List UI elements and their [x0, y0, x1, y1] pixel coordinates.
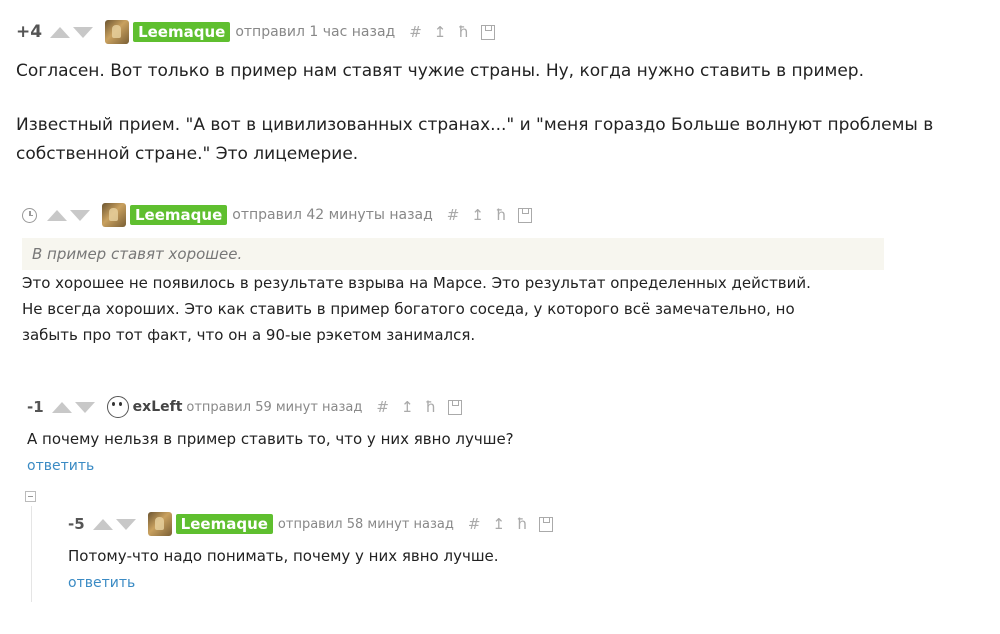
vote-up-icon[interactable]: [51, 401, 72, 413]
author-name[interactable]: Leemaque: [130, 205, 228, 225]
avatar[interactable]: [102, 203, 126, 227]
comment-rating: +4: [16, 22, 43, 42]
vote-arrows: [47, 209, 92, 221]
vote-down-icon[interactable]: [73, 26, 94, 38]
comment-time[interactable]: отправил 58 минут назад: [278, 517, 454, 532]
save-comment-icon[interactable]: [480, 24, 495, 40]
thread-icon[interactable]: ħ: [517, 515, 527, 533]
vote-down-icon[interactable]: [115, 518, 136, 530]
avatar[interactable]: [106, 396, 129, 418]
clock-icon: [22, 207, 37, 223]
save-comment-icon[interactable]: [518, 207, 533, 223]
comment-3: -1 exLeft отправил 59 минут назад # ↥ ħ …: [27, 396, 514, 474]
save-comment-icon[interactable]: [447, 399, 462, 415]
reply-link[interactable]: ответить: [27, 458, 514, 474]
comment-2: Leemaque отправил 42 минуты назад # ↥ ħ …: [22, 203, 884, 348]
author-name[interactable]: Leemaque: [133, 22, 231, 42]
collapse-thread-icon[interactable]: [25, 491, 36, 502]
comment-text: Согласен. Вот только в пример нам ставят…: [16, 61, 864, 81]
vote-arrows: [51, 401, 97, 413]
parent-comment-icon[interactable]: ↥: [434, 23, 447, 41]
permalink-icon[interactable]: #: [409, 23, 422, 41]
thread-icon[interactable]: ħ: [426, 398, 436, 416]
parent-comment-icon[interactable]: ↥: [401, 398, 414, 416]
parent-comment-icon[interactable]: ↥: [492, 515, 505, 533]
comment-text: забыть про тот факт, что он а 90-ые рэке…: [22, 326, 476, 344]
comment-text: А почему нельзя в пример ставить то, что…: [27, 430, 514, 448]
reply-link[interactable]: ответить: [68, 575, 565, 591]
vote-arrows: [92, 518, 138, 530]
comment-rating: -5: [68, 515, 85, 533]
comment-header: +4 Leemaque отправил 1 час назад # ↥ ħ: [16, 20, 933, 44]
comment-time[interactable]: отправил 42 минуты назад: [232, 207, 433, 223]
comment-header: Leemaque отправил 42 минуты назад # ↥ ħ: [22, 203, 884, 227]
vote-up-icon[interactable]: [47, 209, 67, 221]
comment-4: -5 Leemaque отправил 58 минут назад # ↥ …: [68, 512, 565, 591]
permalink-icon[interactable]: #: [376, 398, 389, 416]
comment-text: Это хорошее не появилось в результате вз…: [22, 274, 811, 292]
comment-1: +4 Leemaque отправил 1 час назад # ↥ ħ С…: [16, 20, 934, 169]
avatar[interactable]: [147, 512, 172, 536]
vote-up-icon[interactable]: [50, 26, 71, 38]
thread-icon[interactable]: ħ: [496, 206, 506, 224]
comment-time[interactable]: отправил 59 минут назад: [186, 400, 362, 415]
thread-line: [31, 506, 32, 602]
vote-arrows: [50, 26, 95, 38]
permalink-icon[interactable]: #: [447, 206, 460, 224]
comment-header: -1 exLeft отправил 59 минут назад # ↥ ħ: [27, 396, 514, 418]
comment-rating: -1: [27, 398, 44, 416]
permalink-icon[interactable]: #: [468, 515, 481, 533]
comment-time[interactable]: отправил 1 час назад: [235, 24, 395, 40]
avatar[interactable]: [105, 20, 130, 44]
author-name[interactable]: Leemaque: [175, 514, 273, 534]
quote-block: В пример ставят хорошее.: [22, 238, 884, 270]
comment-text: собственной стране." Это лицемерие.: [16, 144, 359, 164]
comment-text: Известный прием. "А вот в цивилизованных…: [16, 115, 934, 135]
thread-icon[interactable]: ħ: [458, 23, 468, 41]
comment-header: -5 Leemaque отправил 58 минут назад # ↥ …: [68, 512, 565, 536]
comment-text: Потому-что надо понимать, почему у них я…: [68, 547, 499, 565]
save-comment-icon[interactable]: [539, 516, 554, 532]
comment-text: Не всегда хороших. Это как ставить в при…: [22, 300, 795, 318]
vote-down-icon[interactable]: [70, 209, 90, 221]
author-name[interactable]: exLeft: [133, 399, 183, 415]
vote-down-icon[interactable]: [74, 401, 95, 413]
parent-comment-icon[interactable]: ↥: [471, 206, 484, 224]
vote-up-icon[interactable]: [92, 518, 113, 530]
